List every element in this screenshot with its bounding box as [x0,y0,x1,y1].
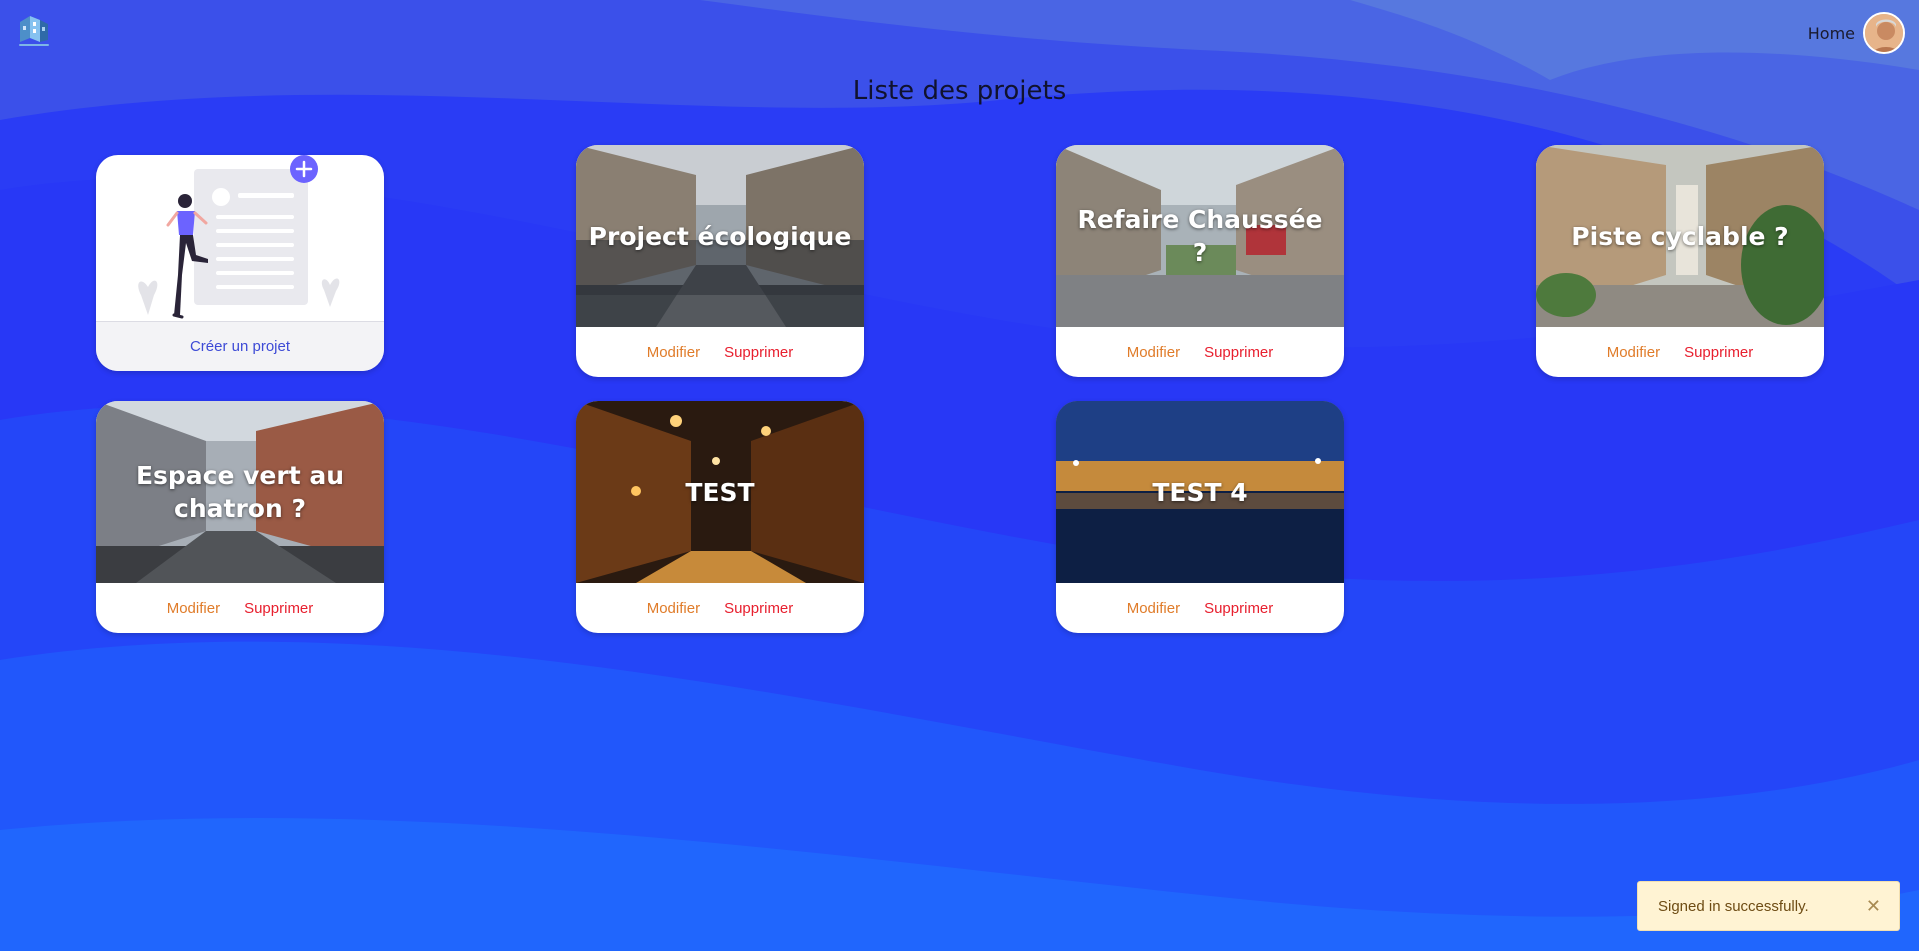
project-title: Espace vert au chatron ? [135,461,345,523]
top-navigation: Home [1808,12,1905,54]
project-actions: Modifier Supprimer [96,583,384,633]
project-card: Project écologique Modifier Supprimer [576,145,864,377]
modify-button[interactable]: Modifier [647,600,700,617]
page: Home Liste des projets Créer un projet P… [0,0,1919,951]
modify-button[interactable]: Modifier [1607,344,1660,361]
waterfront-night-photo[interactable]: TEST 4 [1056,401,1344,583]
page-title: Liste des projets [852,76,1067,106]
create-project-card[interactable]: Créer un projet [96,155,384,371]
delete-button[interactable]: Supprimer [724,344,793,361]
modify-button[interactable]: Modifier [1127,600,1180,617]
modify-button[interactable]: Modifier [647,344,700,361]
create-project-label[interactable]: Créer un projet [190,338,290,355]
project-title: Refaire Chaussée ? [1077,205,1323,267]
project-actions: Modifier Supprimer [1056,327,1344,377]
project-card: TEST 4 Modifier Supprimer [1056,401,1344,633]
success-toast: Signed in successfully. ✕ [1637,881,1900,931]
project-title: Project écologique [588,221,852,251]
night-street-photo[interactable]: TEST [576,401,864,583]
close-icon[interactable]: ✕ [1866,896,1881,917]
project-card: Refaire Chaussée ? Modifier Supprimer [1056,145,1344,377]
project-actions: Modifier Supprimer [1056,583,1344,633]
create-project-footer[interactable]: Créer un projet [96,321,384,371]
home-link[interactable]: Home [1808,24,1855,43]
project-title: TEST 4 [1152,477,1248,507]
pedestrian-street-photo[interactable]: Refaire Chaussée ? [1056,145,1344,327]
delete-button[interactable]: Supprimer [244,600,313,617]
project-actions: Modifier Supprimer [576,583,864,633]
project-actions: Modifier Supprimer [576,327,864,377]
project-actions: Modifier Supprimer [1536,327,1824,377]
building-logo[interactable] [16,12,52,50]
project-card: Piste cyclable ? Modifier Supprimer [1536,145,1824,377]
user-avatar[interactable] [1863,12,1905,54]
delete-button[interactable]: Supprimer [1204,600,1273,617]
old-town-street-photo[interactable]: Espace vert au chatron ? [96,401,384,583]
delete-button[interactable]: Supprimer [1684,344,1753,361]
delete-button[interactable]: Supprimer [724,600,793,617]
modify-button[interactable]: Modifier [1127,344,1180,361]
plus-icon[interactable] [290,155,318,183]
project-title: TEST [685,477,755,507]
mews-street-photo[interactable]: Piste cyclable ? [1536,145,1824,327]
project-card: Espace vert au chatron ? Modifier Suppri… [96,401,384,633]
project-card: TEST Modifier Supprimer [576,401,864,633]
delete-button[interactable]: Supprimer [1204,344,1273,361]
project-title: Piste cyclable ? [1571,221,1789,251]
toast-message: Signed in successfully. [1658,897,1809,915]
create-project-illustration [96,155,384,321]
city-street-photo[interactable]: Project écologique [576,145,864,327]
modify-button[interactable]: Modifier [167,600,220,617]
